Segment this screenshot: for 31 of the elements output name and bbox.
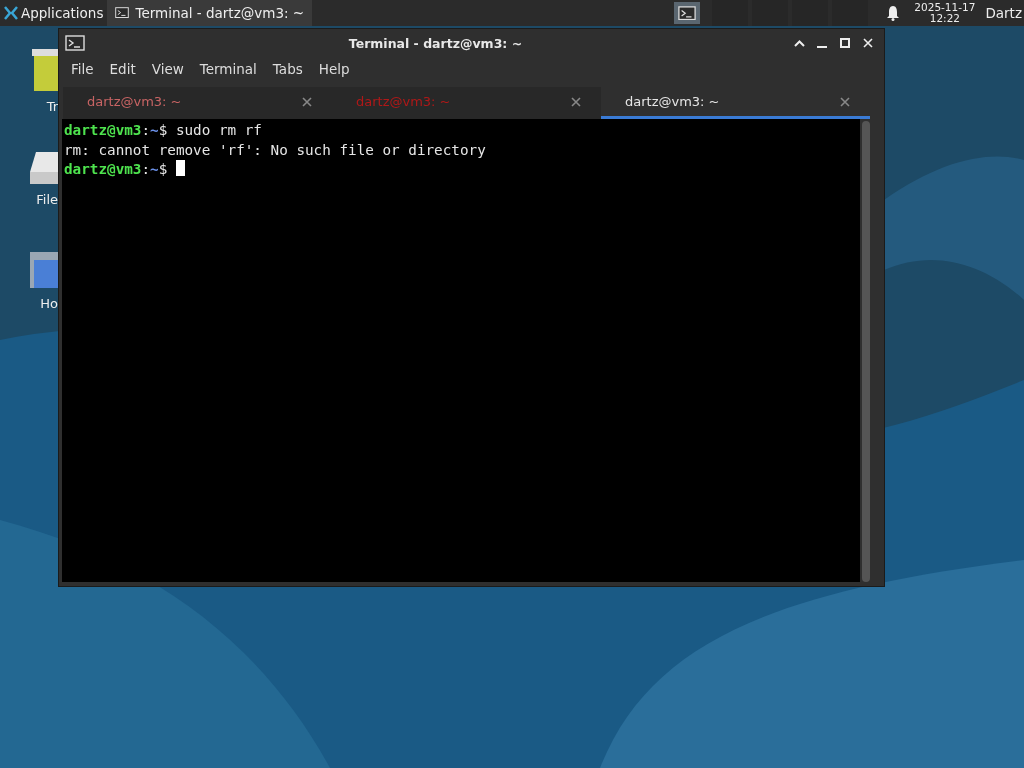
logo-icon — [4, 6, 18, 20]
minimize-icon — [817, 46, 827, 48]
menu-item[interactable]: View — [143, 61, 192, 77]
icon-label[interactable]: Ho — [40, 296, 58, 311]
prompt-line: dartz@vm3:~$ — [64, 160, 858, 180]
task-button[interactable]: Terminal - dartz@vm3: ~ — [107, 0, 313, 26]
menu-item[interactable]: Terminal — [191, 61, 265, 77]
date-text: 2025-11-17 — [914, 2, 976, 13]
terminal-output[interactable]: dartz@vm3:~$ sudo rm rf rm: cannot remove 'rf': No such file or directory dartz@vm3:~$ — [62, 119, 860, 582]
user-menu[interactable]: Dartz — [985, 5, 1024, 21]
terminal-icon — [65, 35, 85, 51]
window-title: Terminal - dartz@vm3: ~ — [347, 35, 524, 51]
icon-label[interactable]: Tr — [46, 99, 58, 114]
terminal-tab[interactable]: dartz@vm3: ~ — [601, 87, 870, 119]
menu-item[interactable]: Tabs — [264, 61, 311, 77]
bell-icon[interactable] — [886, 5, 901, 21]
menu-item[interactable]: File — [63, 61, 102, 77]
output-line: rm: cannot remove 'rf': No such file or directory — [64, 140, 487, 160]
prompt-line: dartz@vm3:~$ sudo rm rf — [64, 121, 263, 140]
terminal-icon — [115, 7, 130, 19]
maximize-icon — [840, 38, 850, 48]
menu-item[interactable]: Edit — [101, 61, 144, 77]
icon-label[interactable]: File — [36, 192, 58, 207]
folder-icon[interactable] — [28, 250, 58, 290]
applications-menu[interactable]: Applications — [0, 0, 108, 26]
chevron-up-icon — [793, 39, 805, 47]
scrollbar[interactable] — [862, 121, 870, 582]
menu-item[interactable]: Help — [310, 61, 358, 77]
time-text: 12:22 — [929, 13, 960, 24]
terminal-launcher[interactable] — [674, 2, 701, 24]
terminal-icon — [678, 5, 697, 21]
